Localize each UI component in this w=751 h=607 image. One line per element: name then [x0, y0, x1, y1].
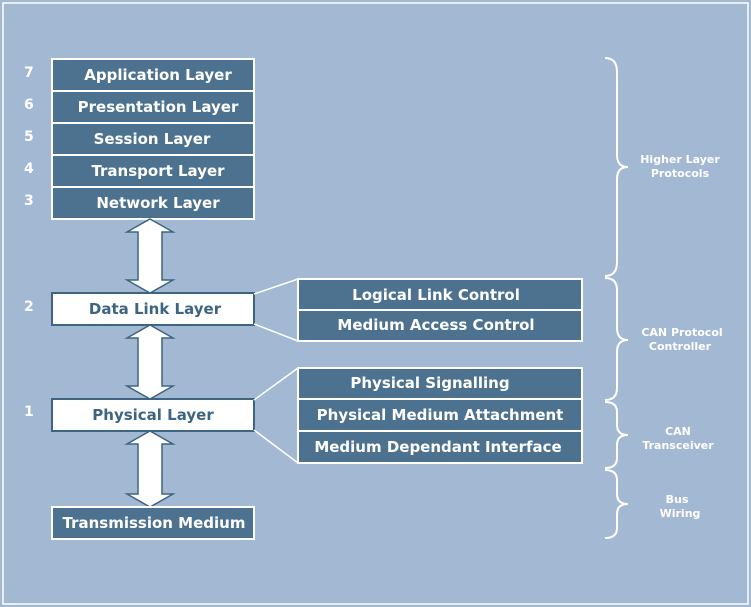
group-label: CAN Protocol — [641, 326, 722, 339]
osi-can-diagram: 7 Application Layer 6 Presentation Layer 5… — [0, 0, 751, 607]
layer-number: 2 — [24, 299, 34, 315]
layer-label: Network Layer — [96, 194, 220, 212]
group-label: Transceiver — [642, 439, 714, 452]
layer-number: 4 — [24, 161, 34, 177]
group-label: Higher Layer — [640, 153, 720, 166]
group-label: CAN — [665, 425, 691, 438]
layer-4: 4 Transport Layer — [24, 154, 255, 188]
layer-number: 6 — [24, 97, 34, 113]
layer-label: Physical Layer — [92, 406, 214, 424]
sublayer-label: Logical Link Control — [352, 286, 520, 304]
sublayer-label: Medium Dependant Interface — [314, 438, 561, 456]
group-label: Controller — [649, 340, 712, 353]
sublayer-label: Medium Access Control — [337, 316, 534, 334]
layer-label: Transport Layer — [91, 162, 225, 180]
sublayer-label: Physical Medium Attachment — [317, 406, 564, 424]
upper-layer-stack: 7 Application Layer 6 Presentation Layer 5… — [24, 58, 255, 220]
group-label: Bus — [666, 493, 689, 506]
layer-7: 7 Application Layer — [24, 58, 255, 92]
group-label: Wiring — [660, 507, 701, 520]
layer-3: 3 Network Layer — [24, 186, 255, 220]
sublayer-label: Physical Signalling — [350, 374, 509, 392]
layer-number: 3 — [24, 193, 34, 209]
layer-5: 5 Session Layer — [24, 122, 255, 156]
layer-6: 6 Presentation Layer — [24, 90, 255, 124]
layer-number: 7 — [24, 65, 34, 81]
group-label: Protocols — [651, 167, 710, 180]
layer-label: Application Layer — [84, 66, 232, 84]
layer-label: Data Link Layer — [89, 300, 222, 318]
transmission-medium: Transmission Medium — [51, 506, 255, 540]
medium-label: Transmission Medium — [63, 514, 246, 532]
layer-label: Session Layer — [94, 130, 211, 148]
layer-number: 1 — [24, 404, 34, 420]
layer-number: 5 — [24, 129, 34, 145]
layer-label: Presentation Layer — [78, 98, 239, 116]
